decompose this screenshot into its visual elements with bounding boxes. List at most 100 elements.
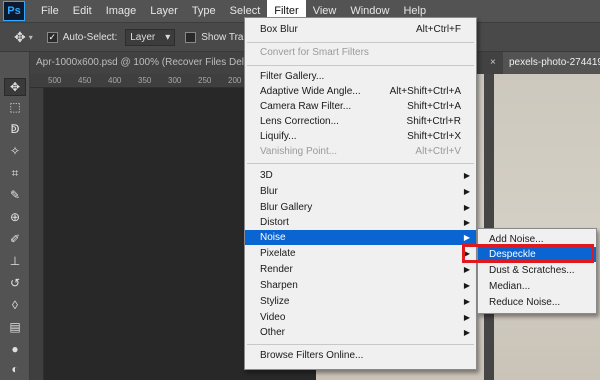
filter-gallery[interactable]: Filter Gallery... — [245, 69, 476, 84]
ruler-tick: 350 — [138, 76, 152, 85]
filter-liquify[interactable]: Liquify... Shift+Ctrl+X — [245, 129, 476, 144]
layer-dropdown-value: Layer — [130, 31, 156, 43]
tab-document-2[interactable]: pexels-photo-2744193. — [503, 52, 600, 74]
chevron-down-icon[interactable]: ▾ — [29, 33, 33, 42]
filter-sharpen[interactable]: Sharpen ▶ — [245, 278, 476, 293]
submenu-arrow-icon: ▶ — [463, 265, 470, 274]
submenu-arrow-icon: ▶ — [463, 297, 470, 306]
menu-item-label: Noise — [260, 232, 286, 243]
healing-icon[interactable]: ⊕ — [4, 208, 26, 226]
ruler-tick: 250 — [198, 76, 212, 85]
noise-dust-scratches[interactable]: Dust & Scratches... — [478, 263, 596, 278]
auto-select-checkbox[interactable]: ✓ — [46, 31, 58, 43]
shortcut-label: Alt+Ctrl+F — [415, 24, 461, 35]
filter-camera-raw[interactable]: Camera Raw Filter... Shift+Ctrl+A — [245, 99, 476, 114]
history-brush-icon[interactable]: ↺ — [4, 274, 26, 292]
menu-edit[interactable]: Edit — [66, 0, 99, 22]
move-icon[interactable]: ✥ — [4, 78, 26, 96]
noise-submenu: Add Noise... Despeckle Dust & Scratches.… — [477, 228, 597, 314]
noise-reduce-noise[interactable]: Reduce Noise... — [478, 295, 596, 310]
menu-item-label: Pixelate — [260, 248, 296, 259]
menu-item-label: 3D — [260, 170, 273, 181]
menu-item-label: Filter Gallery... — [260, 71, 325, 82]
filter-blur[interactable]: Blur ▶ — [245, 184, 476, 199]
menu-file[interactable]: File — [34, 0, 66, 22]
filter-last-filter[interactable]: Box Blur Alt+Ctrl+F — [245, 22, 476, 37]
filter-convert-smart: Convert for Smart Filters — [245, 45, 476, 60]
shortcut-label: Shift+Ctrl+R — [406, 116, 461, 127]
filter-distort[interactable]: Distort ▶ — [245, 215, 476, 230]
filter-other[interactable]: Other ▶ — [245, 325, 476, 340]
menu-item-label: Blur — [260, 186, 278, 197]
noise-median[interactable]: Median... — [478, 279, 596, 294]
menu-item-label: Camera Raw Filter... — [260, 101, 352, 112]
menu-item-label: Video — [260, 312, 286, 323]
submenu-arrow-icon: ▶ — [463, 187, 470, 196]
panel-divider — [484, 74, 494, 380]
submenu-arrow-icon: ▶ — [463, 218, 470, 227]
submenu-arrow-icon: ▶ — [463, 313, 470, 322]
tab-document-1[interactable]: Apr-1000x600.psd @ 100% (Recover Files D… — [30, 52, 245, 74]
dodge-icon[interactable]: ◐ — [4, 360, 26, 378]
filter-browse-online[interactable]: Browse Filters Online... — [245, 348, 476, 363]
menu-item-label: Distort — [260, 217, 289, 228]
ruler-tick: 400 — [108, 76, 122, 85]
menu-layer[interactable]: Layer — [143, 0, 185, 22]
stamp-icon[interactable]: ⊥ — [4, 252, 26, 270]
layer-dropdown[interactable]: Layer ▾ — [125, 28, 176, 46]
menu-item-label: Convert for Smart Filters — [260, 47, 369, 58]
menu-item-label: Sharpen — [260, 280, 298, 291]
filter-pixelate[interactable]: Pixelate ▶ — [245, 246, 476, 261]
menu-separator — [247, 42, 474, 43]
menu-item-label: Liquify... — [260, 131, 297, 142]
crop-icon[interactable]: ⌗ — [4, 164, 26, 182]
submenu-arrow-icon: ▶ — [463, 281, 470, 290]
vertical-ruler — [30, 88, 44, 380]
filter-lens-correction[interactable]: Lens Correction... Shift+Ctrl+R — [245, 114, 476, 129]
eraser-icon[interactable]: ◊ — [4, 296, 26, 314]
filter-render[interactable]: Render ▶ — [245, 262, 476, 277]
ruler-tick: 500 — [48, 76, 62, 85]
menu-separator — [247, 65, 474, 66]
submenu-arrow-icon: ▶ — [463, 328, 470, 337]
gradient-icon[interactable]: ▤ — [4, 318, 26, 336]
toolbox: ✥ ⬚ ↁ ✧ ⌗ ✎ ⊕ ✐ ⊥ ↺ ◊ ▤ ● ◐ — [0, 52, 30, 380]
marquee-icon[interactable]: ⬚ — [4, 98, 26, 116]
submenu-arrow-icon: ▶ — [463, 233, 470, 242]
filter-vanishing-point: Vanishing Point... Alt+Ctrl+V — [245, 144, 476, 159]
filter-stylize[interactable]: Stylize ▶ — [245, 294, 476, 309]
auto-select-label: Auto-Select: — [62, 31, 118, 43]
filter-video[interactable]: Video ▶ — [245, 310, 476, 325]
menu-item-label: Vanishing Point... — [260, 146, 338, 157]
show-transform-checkbox[interactable] — [185, 31, 197, 43]
shortcut-label: Alt+Shift+Ctrl+A — [389, 86, 461, 97]
lasso-icon[interactable]: ↁ — [4, 120, 26, 138]
menu-item-label: Browse Filters Online... — [260, 350, 364, 361]
photoshop-logo: Ps — [3, 1, 25, 21]
ruler-tick: 200 — [228, 76, 242, 85]
blur-icon[interactable]: ● — [4, 340, 26, 358]
submenu-arrow-icon: ▶ — [463, 203, 470, 212]
menu-item-label: Render — [260, 264, 293, 275]
menu-item-label: Stylize — [260, 296, 290, 307]
menu-item-label: Lens Correction... — [260, 116, 339, 127]
move-tool-preset-icon[interactable]: ✥ — [14, 29, 26, 46]
filter-blur-gallery[interactable]: Blur Gallery ▶ — [245, 200, 476, 215]
filter-adaptive-wide-angle[interactable]: Adaptive Wide Angle... Alt+Shift+Ctrl+A — [245, 84, 476, 99]
menu-item-label: Box Blur — [260, 24, 298, 35]
menu-separator — [247, 163, 474, 164]
menu-type[interactable]: Type — [185, 0, 223, 22]
shortcut-label: Shift+Ctrl+A — [407, 101, 461, 112]
shortcut-label: Alt+Ctrl+V — [415, 146, 461, 157]
filter-3d[interactable]: 3D ▶ — [245, 168, 476, 183]
menu-item-label: Adaptive Wide Angle... — [260, 86, 361, 97]
eyedropper-icon[interactable]: ✎ — [4, 186, 26, 204]
menu-separator — [247, 344, 474, 345]
brush-icon[interactable]: ✐ — [4, 230, 26, 248]
shortcut-label: Shift+Ctrl+X — [407, 131, 461, 142]
close-icon[interactable]: × — [490, 52, 496, 74]
filter-noise[interactable]: Noise ▶ — [245, 230, 476, 245]
menu-image[interactable]: Image — [99, 0, 144, 22]
magic-wand-icon[interactable]: ✧ — [4, 142, 26, 160]
ruler-tick: 300 — [168, 76, 182, 85]
